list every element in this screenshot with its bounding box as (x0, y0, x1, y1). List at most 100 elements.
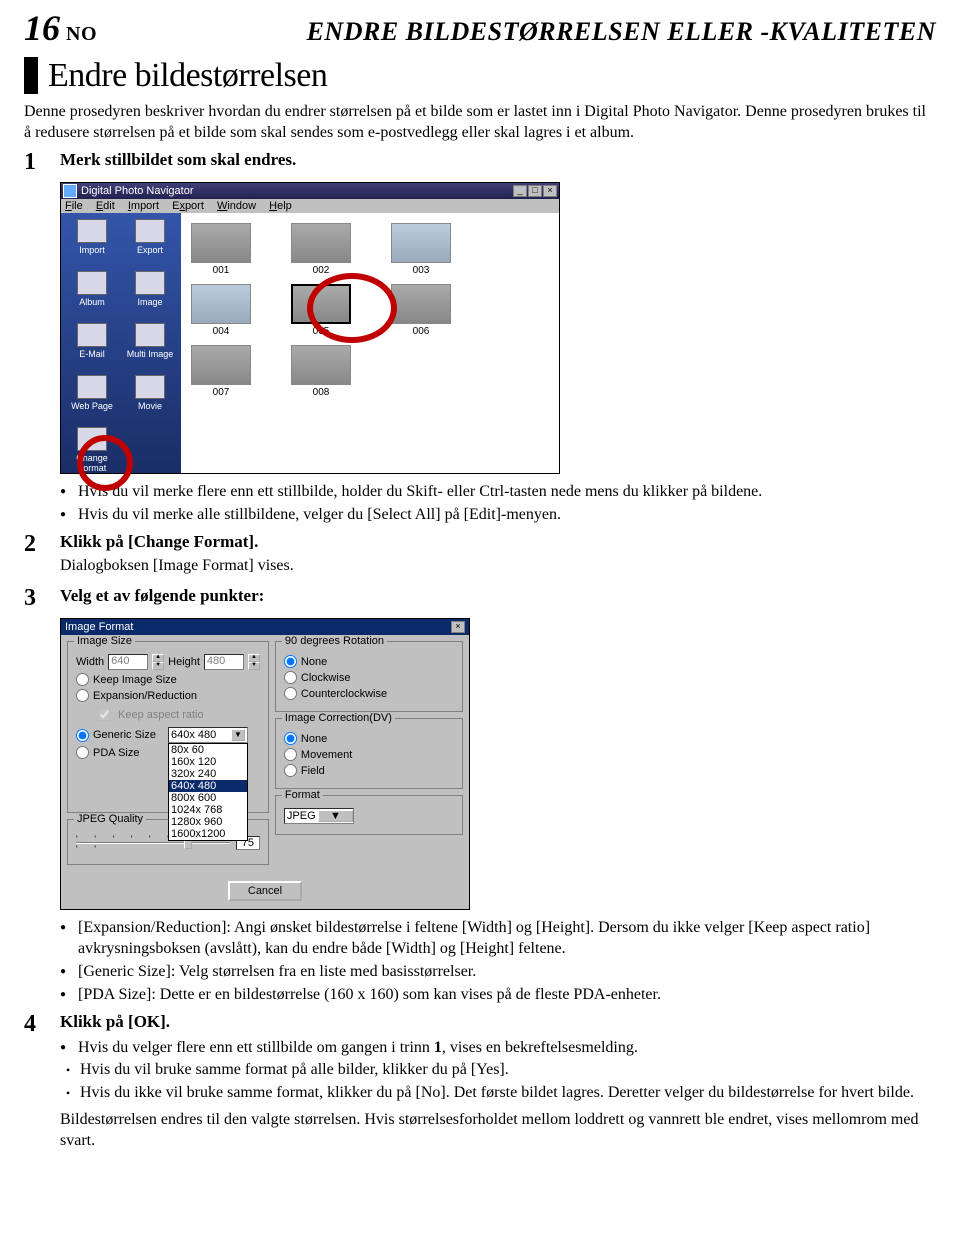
width-spinner[interactable]: ▲▼ (152, 654, 164, 670)
sidebar-change-format[interactable]: Change Format (65, 427, 119, 475)
dialog-title: Image Format (65, 621, 133, 633)
group-legend: Image Correction(DV) (282, 712, 395, 724)
section-heading-bar (24, 57, 38, 94)
bullet-list: Hvis du velger flere enn ett stillbilde … (60, 1038, 936, 1104)
sidebar-multi-image[interactable]: Multi Image (123, 323, 177, 371)
radio-rotation-clockwise[interactable]: Clockwise (284, 671, 454, 684)
menu-import[interactable]: Import (128, 200, 159, 212)
height-input[interactable]: 480 (204, 654, 244, 670)
dialog-image-format: Image Format × Image Size Width 640 ▲▼ H… (60, 618, 470, 910)
step-label: Klikk på [Change Format]. (60, 532, 936, 552)
page-title: ENDRE BILDESTØRRELSEN ELLER -KVALITETEN (307, 17, 936, 47)
sidebar-image[interactable]: Image (123, 271, 177, 319)
sub-bullet-text: Hvis du ikke vil bruke samme format, kli… (80, 1083, 914, 1104)
album-icon (77, 271, 107, 295)
group-image-correction: Image Correction(DV) None Movement Field (275, 718, 463, 789)
export-icon (135, 219, 165, 243)
sidebar-import[interactable]: Import (65, 219, 119, 267)
sidebar-export[interactable]: Export (123, 219, 177, 267)
size-option[interactable]: 800x 600 (169, 792, 247, 804)
size-option[interactable]: 80x 60 (169, 744, 247, 756)
menu-bar: File Edit Import Export Window Help (61, 199, 559, 213)
height-label: Height (168, 656, 200, 668)
app-body: Import Export Album Image E-Mail Multi I… (61, 213, 559, 473)
dialog-title-bar: Image Format × (61, 619, 469, 635)
size-option[interactable]: 160x 120 (169, 756, 247, 768)
radio-keep-image-size[interactable]: Keep Image Size (76, 673, 260, 686)
thumb-image (391, 223, 451, 263)
thumbnail-006[interactable]: 006 (391, 284, 451, 337)
radio-correction-field[interactable]: Field (284, 764, 454, 777)
cancel-button[interactable]: Cancel (228, 881, 302, 901)
window-title-bar: Digital Photo Navigator _ □ × (61, 183, 559, 199)
image-icon (135, 271, 165, 295)
step-number: 4 (24, 1012, 60, 1036)
radio-generic-size[interactable]: Generic Size 640x 480▼ 80x 60 160x 120 3… (76, 727, 260, 743)
thumb-image (391, 284, 451, 324)
sidebar-movie[interactable]: Movie (123, 375, 177, 423)
size-option[interactable]: 1280x 960 (169, 816, 247, 828)
menu-edit[interactable]: Edit (96, 200, 115, 212)
thumbnail-004[interactable]: 004 (191, 284, 251, 337)
minimize-button[interactable]: _ (513, 185, 527, 197)
step-subtext: Dialogboksen [Image Format] vises. (60, 556, 936, 577)
group-legend: Image Size (74, 635, 135, 647)
size-option[interactable]: 320x 240 (169, 768, 247, 780)
sidebar: Import Export Album Image E-Mail Multi I… (61, 213, 181, 473)
dialog-close-button[interactable]: × (451, 621, 465, 633)
checkbox-keep-aspect-ratio[interactable]: Keep aspect ratio (94, 705, 260, 724)
sidebar-album[interactable]: Album (65, 271, 119, 319)
radio-rotation-none[interactable]: None (284, 655, 454, 668)
radio-rotation-counterclockwise[interactable]: Counterclockwise (284, 687, 454, 700)
email-icon (77, 323, 107, 347)
maximize-button[interactable]: □ (528, 185, 542, 197)
bullet-text: Hvis du vil merke alle stillbildene, vel… (78, 505, 561, 526)
thumbnail-002[interactable]: 002 (291, 223, 351, 276)
app-window-digital-photo-navigator: Digital Photo Navigator _ □ × File Edit … (60, 182, 560, 474)
document-page: 16 NO ENDRE BILDESTØRRELSEN ELLER -KVALI… (0, 0, 960, 1180)
change-format-icon (77, 427, 107, 451)
size-option[interactable]: 1024x 768 (169, 804, 247, 816)
thumbnail-005-selected[interactable]: 005 (291, 284, 351, 337)
bullet-text: [Expansion/Reduction]: Angi ønsket bilde… (78, 918, 936, 960)
radio-expansion-reduction[interactable]: Expansion/Reduction (76, 689, 260, 702)
menu-file[interactable]: File (65, 200, 83, 212)
size-option-selected[interactable]: 640x 480 (169, 780, 247, 792)
page-number-block: 16 NO (24, 10, 97, 46)
menu-window[interactable]: Window (217, 200, 256, 212)
thumb-image (291, 284, 351, 324)
section-heading-row: Endre bildestørrelsen (24, 57, 936, 94)
sidebar-web-page[interactable]: Web Page (65, 375, 119, 423)
format-select[interactable]: JPEG ▼ (284, 808, 354, 824)
bullet-icon (60, 962, 78, 983)
thumbnail-area: 001 002 003 004 005 006 007 008 (181, 213, 559, 473)
sidebar-email[interactable]: E-Mail (65, 323, 119, 371)
step-label: Velg et av følgende punkter: (60, 586, 936, 606)
chevron-down-icon: ▼ (318, 810, 353, 822)
sub-bullet-icon (66, 1060, 80, 1081)
radio-correction-movement[interactable]: Movement (284, 748, 454, 761)
app-icon (63, 184, 77, 198)
thumbnail-003[interactable]: 003 (391, 223, 451, 276)
thumb-image (191, 345, 251, 385)
window-title: Digital Photo Navigator (81, 185, 194, 197)
menu-export[interactable]: Export (172, 200, 204, 212)
step-label: Merk stillbildet som skal endres. (60, 150, 936, 170)
size-option[interactable]: 1600x1200 (169, 828, 247, 840)
generic-size-select[interactable]: 640x 480▼ 80x 60 160x 120 320x 240 640x … (168, 727, 248, 743)
bullet-icon (60, 918, 78, 960)
thumbnail-007[interactable]: 007 (191, 345, 251, 398)
chevron-down-icon: ▼ (231, 729, 245, 741)
thumbnail-001[interactable]: 001 (191, 223, 251, 276)
group-rotation: 90 degrees Rotation None Clockwise Count… (275, 641, 463, 712)
step-4: 4 Klikk på [OK]. Hvis du velger flere en… (24, 1012, 936, 1156)
height-spinner[interactable]: ▲▼ (248, 654, 260, 670)
movie-icon (135, 375, 165, 399)
menu-help[interactable]: Help (269, 200, 292, 212)
close-button[interactable]: × (543, 185, 557, 197)
bullet-text: Hvis du velger flere enn ett stillbilde … (78, 1038, 638, 1059)
width-input[interactable]: 640 (108, 654, 148, 670)
radio-correction-none[interactable]: None (284, 732, 454, 745)
thumbnail-008[interactable]: 008 (291, 345, 351, 398)
sub-bullet-icon (66, 1083, 80, 1104)
